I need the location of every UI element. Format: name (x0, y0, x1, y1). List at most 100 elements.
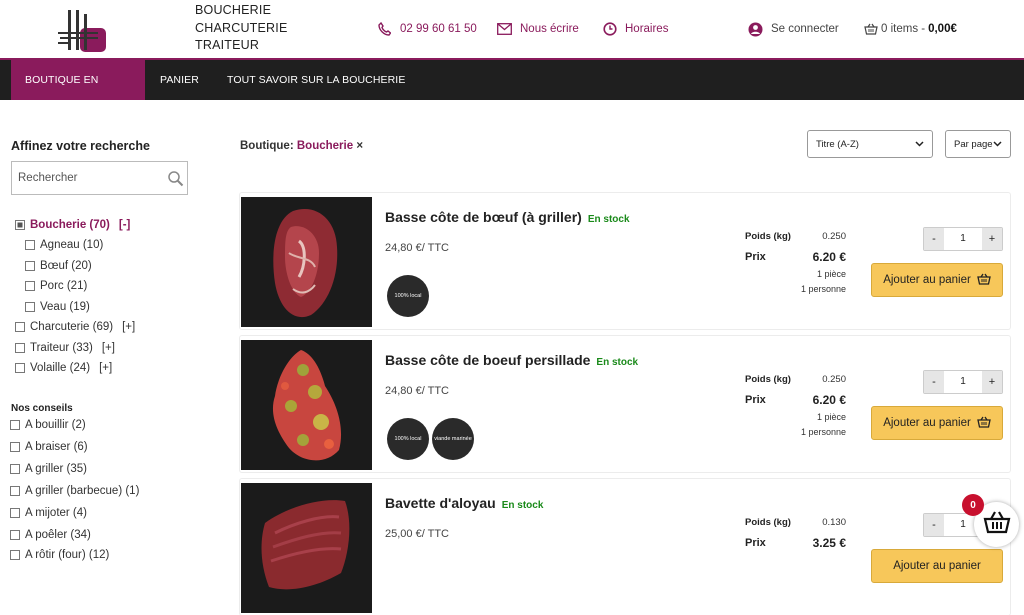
product-image[interactable] (241, 197, 372, 327)
nav-item-panier[interactable]: PANIER (146, 60, 213, 100)
quantity-value[interactable]: 1 (944, 371, 982, 393)
email-link[interactable]: Nous écrire (497, 21, 579, 37)
remove-filter-icon[interactable]: × (356, 140, 363, 152)
expand-toggle[interactable]: [+] (99, 362, 112, 374)
checkbox[interactable] (10, 508, 20, 518)
pieces: 1 pièce (816, 269, 846, 279)
price-per-kg: 24,80 €/ TTC (385, 385, 449, 397)
category-veau[interactable]: Veau (19) (25, 301, 90, 313)
per-page-select[interactable]: Par page (945, 130, 1011, 158)
checkbox[interactable] (10, 420, 20, 430)
checkbox[interactable] (10, 486, 20, 496)
add-to-cart-button[interactable]: Ajouter au panier (871, 406, 1003, 440)
category-volaille[interactable]: Volaille (24) [+] (15, 362, 112, 374)
clock-icon (602, 22, 617, 37)
price-label: Prix (745, 251, 766, 263)
expand-toggle[interactable]: [+] (102, 342, 115, 354)
login-label: Se connecter (771, 23, 839, 35)
product-image[interactable] (241, 483, 372, 613)
nav-item-tout-savoir[interactable]: TOUT SAVOIR SUR LA BOUCHERIE (213, 60, 419, 100)
hours-label: Horaires (625, 23, 669, 35)
brand-line: CHARCUTERIE (195, 20, 288, 35)
filter-prefix: Boutique: (240, 140, 294, 152)
price-value: 6.20 € (812, 393, 846, 407)
collapse-toggle[interactable]: [-] (119, 219, 131, 231)
category-boeuf[interactable]: Bœuf (20) (25, 260, 92, 272)
basket-icon (976, 416, 991, 431)
add-to-cart-label: Ajouter au panier (883, 417, 971, 429)
checkbox[interactable] (10, 530, 20, 540)
nav-item-boutique[interactable]: BOUTIQUE EN LIGNE (11, 60, 145, 126)
tip-label: A braiser (6) (25, 441, 88, 453)
main-nav: BOUTIQUE EN LIGNE PANIER TOUT SAVOIR SUR… (0, 60, 1024, 126)
checkbox[interactable] (15, 343, 25, 353)
tip-label: A griller (barbecue) (1) (25, 485, 140, 497)
user-icon (748, 22, 763, 37)
category-boucherie[interactable]: Boucherie (70) [-] (15, 219, 130, 231)
tip-item[interactable]: A rôtir (four) (12) (10, 549, 109, 561)
checkbox[interactable] (15, 363, 25, 373)
checkbox[interactable] (25, 261, 35, 271)
site-header: BOUCHERIE CHARCUTERIE TRAITEUR 02 99 60 … (0, 0, 1024, 60)
sort-value: Titre (A-Z) (816, 138, 859, 150)
tip-item[interactable]: A griller (35) (10, 463, 87, 475)
checkbox[interactable] (10, 464, 20, 474)
tip-item[interactable]: A bouillir (2) (10, 419, 86, 431)
tip-item[interactable]: A griller (barbecue) (1) (10, 485, 139, 497)
persons: 1 personne (800, 427, 846, 437)
header-cart[interactable]: 0 items - 0,00€ (863, 21, 957, 37)
category-charcuterie[interactable]: Charcuterie (69) [+] (15, 321, 135, 333)
search-input[interactable] (12, 162, 162, 194)
checkbox[interactable] (25, 281, 35, 291)
quantity-value[interactable]: 1 (944, 228, 982, 250)
product-title: Bavette d'aloyau (385, 495, 496, 511)
weight-value: 0.130 (822, 517, 846, 528)
expand-toggle[interactable]: [+] (122, 321, 135, 333)
price-label: Prix (745, 394, 766, 406)
category-traiteur[interactable]: Traiteur (33) [+] (15, 342, 115, 354)
per-page-value: Par page (954, 138, 993, 150)
decrement-button[interactable]: - (924, 514, 944, 536)
add-to-cart-button[interactable]: Ajouter au panier (871, 549, 1003, 583)
decrement-button[interactable]: - (924, 228, 944, 250)
weight-label: Poids (kg) (745, 374, 791, 385)
product-name[interactable]: Basse côte de bœuf (à griller) En stock (385, 209, 630, 225)
product-card: Basse côte de boeuf persillade En stock 2… (240, 336, 1010, 472)
phone-link[interactable]: 02 99 60 61 50 (377, 21, 477, 37)
stock-status: En stock (587, 214, 630, 225)
brand-tagline: BOUCHERIE CHARCUTERIE TRAITEUR (195, 2, 287, 55)
chevron-down-icon (993, 139, 1002, 150)
sort-select[interactable]: Titre (A-Z) (807, 130, 933, 158)
phone-icon (377, 22, 392, 37)
category-agneau[interactable]: Agneau (10) (25, 239, 103, 251)
tip-item[interactable]: A braiser (6) (10, 441, 88, 453)
quantity-stepper: - 1 + (923, 227, 1003, 251)
logo[interactable] (56, 8, 114, 54)
hours-link[interactable]: Horaires (602, 21, 668, 37)
chevron-down-icon (915, 139, 924, 150)
increment-button[interactable]: + (982, 371, 1002, 393)
product-name[interactable]: Bavette d'aloyau En stock (385, 495, 543, 511)
checkbox[interactable] (10, 550, 20, 560)
decrement-button[interactable]: - (924, 371, 944, 393)
login-link[interactable]: Se connecter (748, 21, 839, 37)
product-name[interactable]: Basse côte de boeuf persillade En stock (385, 352, 638, 368)
search-icon[interactable] (167, 170, 184, 192)
checkbox[interactable] (10, 442, 20, 452)
checkbox[interactable] (15, 220, 25, 230)
tips-title: Nos conseils (11, 403, 73, 414)
product-card: Bavette d'aloyau En stock 25,00 €/ TTC Po… (240, 479, 1010, 615)
brand-line: TRAITEUR (195, 38, 260, 52)
product-image[interactable] (241, 340, 372, 470)
tip-item[interactable]: A mijoter (4) (10, 507, 87, 519)
email-label: Nous écrire (520, 23, 579, 35)
category-porc[interactable]: Porc (21) (25, 280, 87, 292)
checkbox[interactable] (25, 240, 35, 250)
weight-value: 0.250 (822, 231, 846, 242)
add-to-cart-button[interactable]: Ajouter au panier (871, 263, 1003, 297)
filter-value[interactable]: Boucherie (297, 140, 353, 152)
increment-button[interactable]: + (982, 228, 1002, 250)
checkbox[interactable] (15, 322, 25, 332)
tip-item[interactable]: A poêler (34) (10, 529, 91, 541)
checkbox[interactable] (25, 302, 35, 312)
